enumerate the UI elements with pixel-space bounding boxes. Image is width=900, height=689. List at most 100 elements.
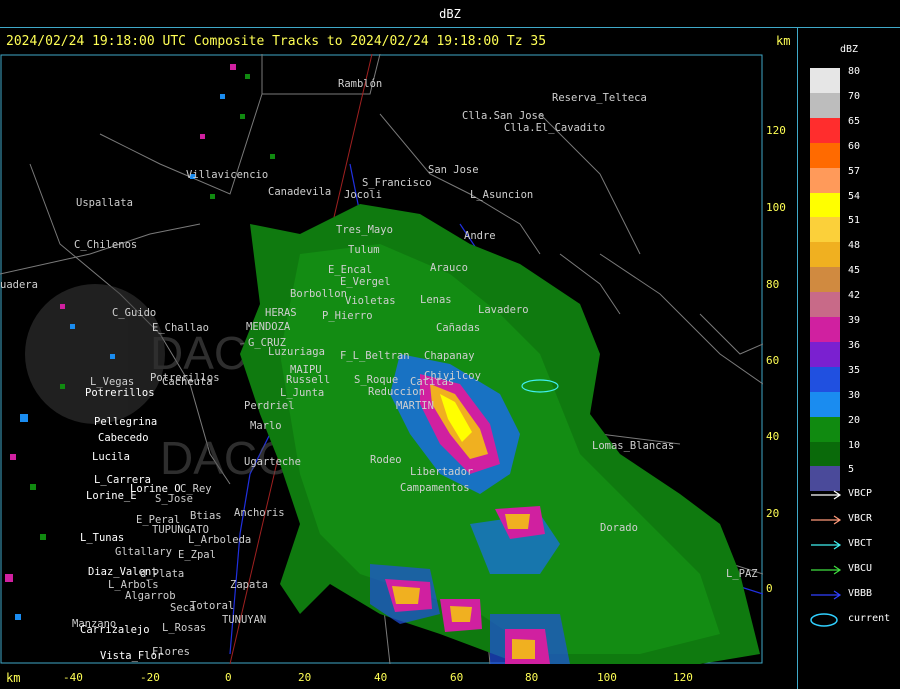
- track-legend-row: VBCR: [810, 513, 900, 527]
- place-label: Perdriel: [244, 400, 295, 412]
- ellipse-icon: [810, 613, 838, 627]
- place-label: Ugarteche: [244, 456, 301, 468]
- legend-panel: dBZ 80 70 65 60 57 54 51 48 45 42 39 36 35 30 20 10 5 VB…: [797, 28, 900, 689]
- place-label: Lenas: [420, 294, 452, 306]
- legend-swatch: [810, 366, 840, 392]
- y-tick: 60: [766, 354, 780, 367]
- place-label: Villavicencio: [186, 169, 269, 181]
- y-axis-unit: km: [776, 34, 791, 48]
- place-label: Dorado: [600, 522, 638, 534]
- legend-swatch: [810, 391, 840, 417]
- legend-swatch-label: 30: [848, 389, 861, 401]
- legend-swatch: [810, 217, 840, 243]
- place-label: C_Chilenos: [74, 239, 138, 251]
- place-label: C_Rey: [180, 483, 212, 495]
- legend-swatch-label: 57: [848, 165, 861, 177]
- place-label: Jocoli: [344, 189, 382, 201]
- y-tick: 120: [766, 124, 786, 137]
- header-timestamp: 2024/02/24 19:18:00 UTC Composite Tracks…: [6, 34, 547, 49]
- legend-swatch-label: 60: [848, 140, 861, 152]
- place-label: L_Tunas: [80, 532, 125, 544]
- x-tick: 20: [298, 671, 312, 684]
- place-label: Andre: [464, 230, 496, 242]
- legend-swatch: [810, 416, 840, 442]
- place-label: E_Encal: [328, 264, 373, 276]
- place-label: Cabecedo: [98, 432, 149, 444]
- title-bar: dBZ: [0, 0, 900, 28]
- place-label: E_Vergel: [340, 276, 391, 288]
- y-tick: 0: [766, 582, 773, 595]
- track-legend-row: current: [810, 613, 900, 627]
- track-legend-row: VBBB: [810, 588, 900, 602]
- place-label: Tres_Mayo: [336, 224, 393, 236]
- legend-swatch-label: 10: [848, 439, 861, 451]
- place-label: Lucila: [92, 451, 130, 463]
- place-label: E_Zpal: [178, 549, 216, 561]
- legend-swatch: [810, 441, 840, 467]
- legend-swatch-label: 54: [848, 190, 861, 202]
- legend-swatch: [810, 267, 840, 293]
- track-legend-label: VBBB: [848, 588, 873, 599]
- place-label: Cacheuta: [162, 376, 213, 388]
- legend-swatch-label: 65: [848, 115, 861, 127]
- place-label: Luzuriaga: [268, 346, 325, 358]
- legend-swatch-label: 70: [848, 90, 861, 102]
- place-label: HERAS: [265, 307, 297, 319]
- place-label: Clla.El_Cavadito: [504, 122, 606, 134]
- track-legend-row: VBCP: [810, 488, 900, 502]
- legend-swatch: [810, 68, 840, 93]
- x-tick: 120: [673, 671, 693, 684]
- x-tick: -40: [63, 671, 83, 684]
- place-label: Lavadero: [478, 304, 529, 316]
- place-label: Totoral: [190, 600, 235, 612]
- place-label: Cañadas: [436, 322, 481, 334]
- arrow-icon: [811, 565, 842, 575]
- place-label: San Jose: [428, 164, 479, 176]
- track-legend-row: VBCT: [810, 538, 900, 552]
- place-label: S_Francisco: [362, 177, 432, 189]
- legend-swatch: [810, 292, 840, 318]
- legend-swatch-label: 80: [848, 66, 861, 77]
- x-tick: 80: [525, 671, 539, 684]
- legend-swatch: [810, 117, 840, 143]
- x-tick: 40: [374, 671, 388, 684]
- legend-swatch: [810, 142, 840, 168]
- place-label: Clla.San Jose: [462, 110, 545, 122]
- place-label: P_Hierro: [322, 310, 373, 322]
- legend-swatch-label: 5: [848, 464, 855, 476]
- window-title: dBZ: [439, 7, 461, 21]
- place-label: Borbollon: [290, 288, 347, 300]
- legend-swatch: [810, 92, 840, 118]
- y-tick: 80: [766, 278, 780, 291]
- legend-swatch-label: 45: [848, 265, 861, 277]
- place-label: L_Junta: [280, 387, 325, 399]
- place-label: Reduccion: [368, 386, 425, 398]
- arrow-icon: [811, 540, 842, 550]
- place-label: Canadevila: [268, 186, 332, 198]
- x-tick: 100: [597, 671, 617, 684]
- legend-swatch-label: 48: [848, 240, 861, 252]
- place-label: Tulum: [348, 244, 380, 256]
- legend-swatch-label: 20: [848, 414, 861, 426]
- place-label: F_L_Beltran: [340, 350, 410, 362]
- place-label: TUNUYAN: [222, 614, 267, 626]
- legend-swatch: [810, 317, 840, 342]
- legend-swatch: [810, 167, 840, 193]
- legend-unit: dBZ: [840, 44, 859, 55]
- place-label: C_Guido: [112, 307, 157, 319]
- track-legend-label: VBCR: [848, 513, 873, 524]
- place-label: S_Roque: [354, 374, 399, 386]
- place-label: Libertador: [410, 466, 474, 478]
- radar-map[interactable]: DACC DACC DACC DACC: [0, 54, 763, 664]
- legend-swatch-label: 39: [848, 315, 861, 326]
- track-legend-label: VBCT: [848, 538, 873, 549]
- arrow-icon: [811, 590, 842, 600]
- place-label: Anchoris: [234, 507, 285, 519]
- place-label: Chapanay: [424, 350, 475, 362]
- place-label: L_Asuncion: [470, 189, 534, 201]
- place-label: E_Challao: [152, 322, 209, 334]
- legend-swatch-label: 35: [848, 364, 861, 376]
- place-label: MARTIN: [396, 400, 434, 412]
- place-label: Rodeo: [370, 454, 402, 466]
- legend-swatch: [810, 341, 840, 367]
